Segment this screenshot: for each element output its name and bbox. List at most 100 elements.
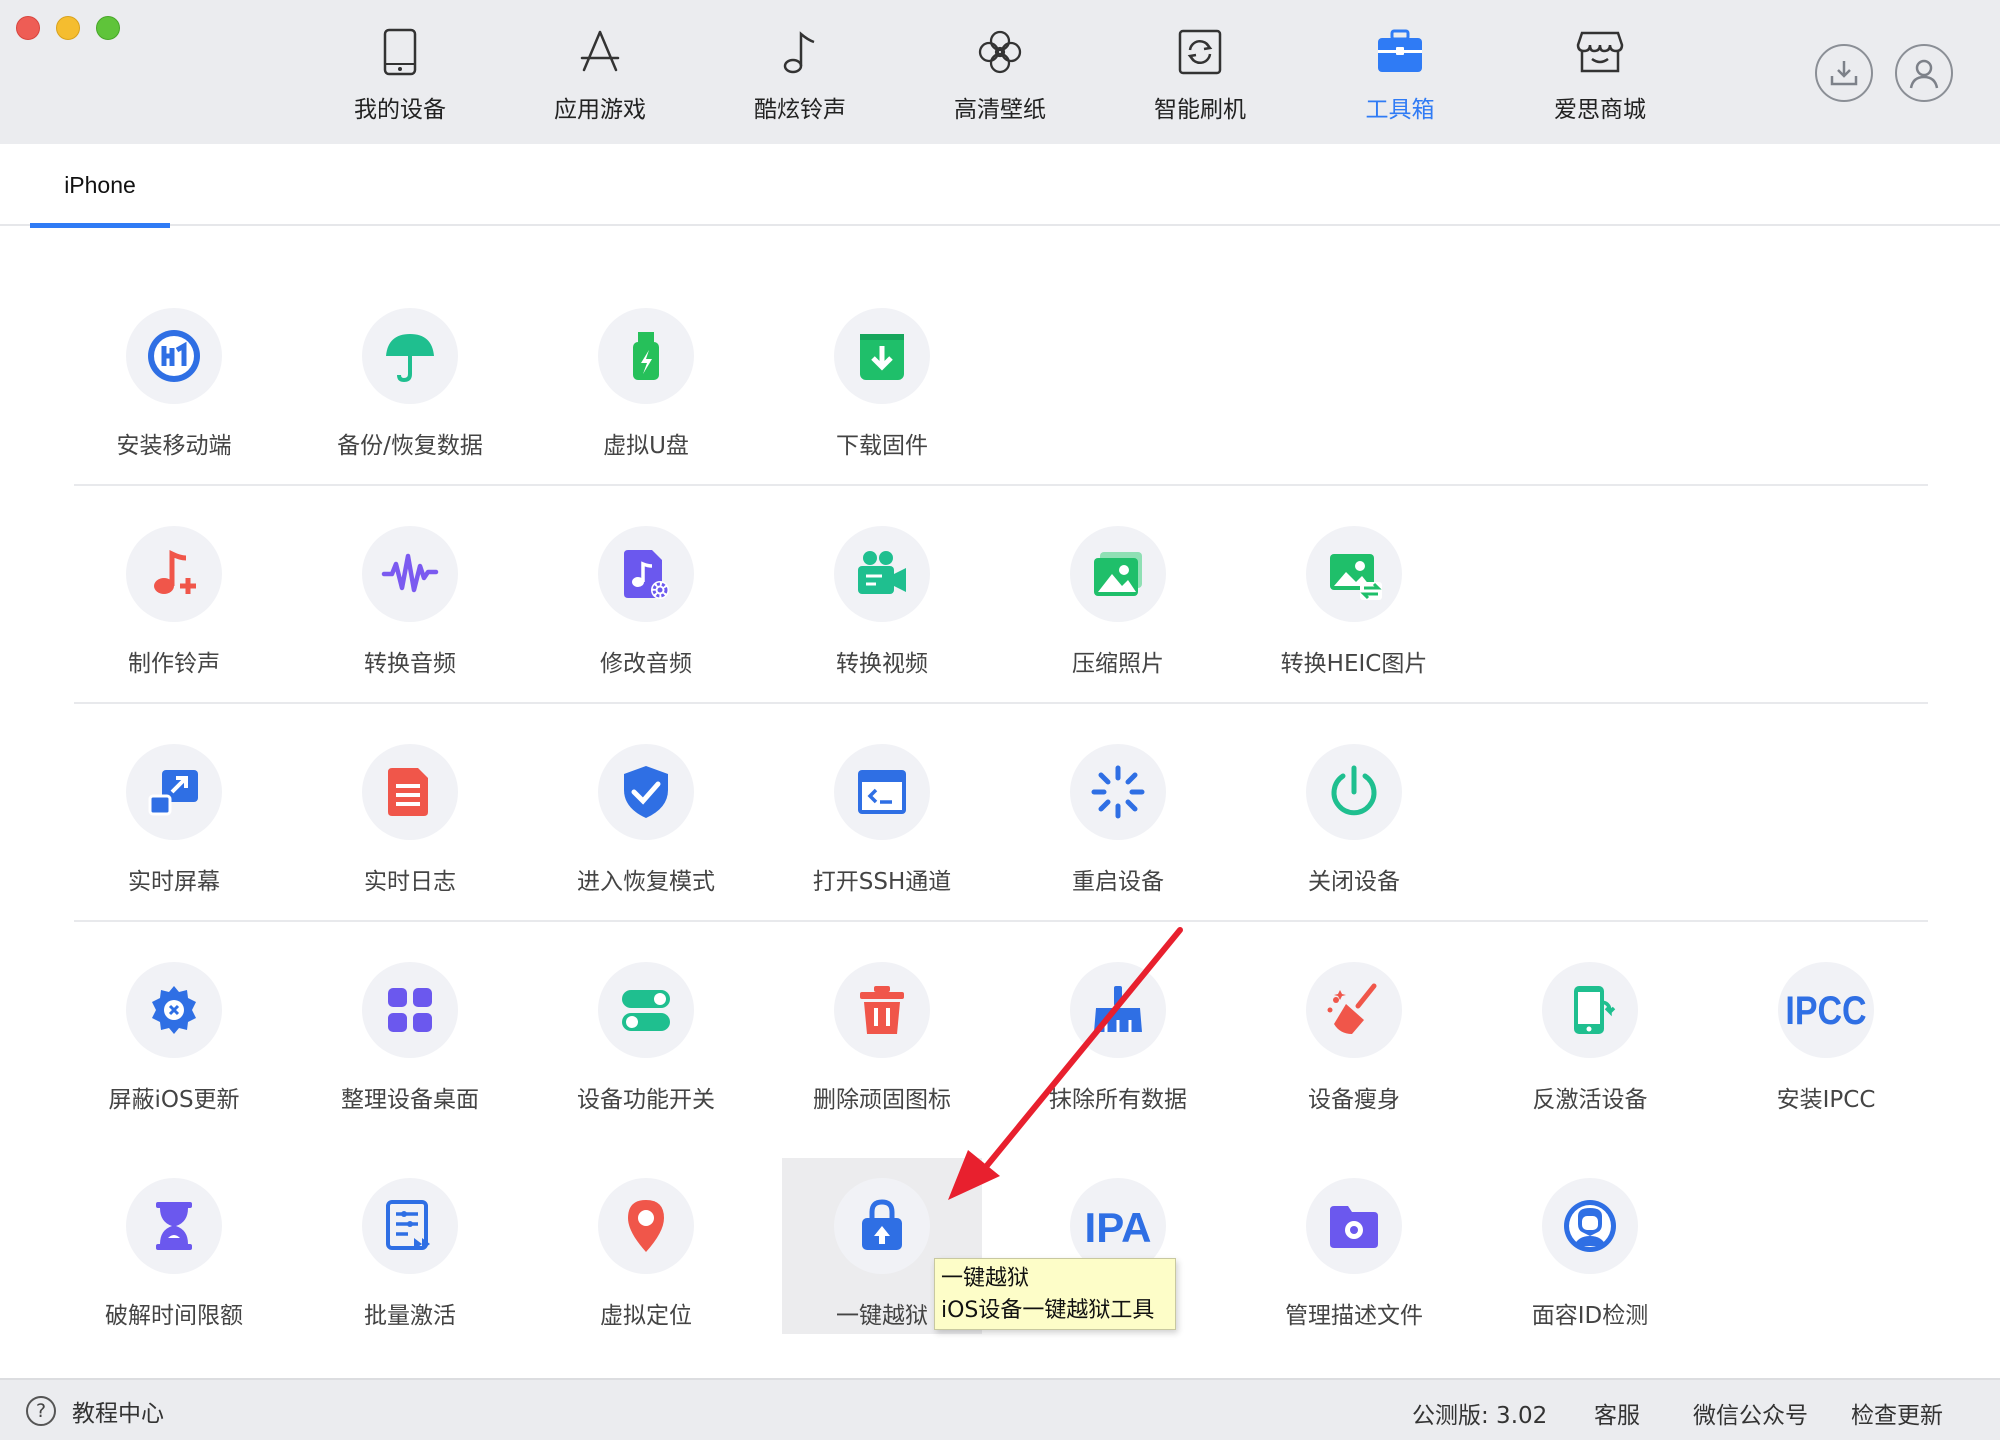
tool-label: 虚拟定位 — [600, 1303, 692, 1329]
tool-label: 抹除所有数据 — [1049, 1087, 1187, 1113]
window-zoom-button[interactable] — [96, 16, 120, 40]
tool-feature-switches[interactable]: 设备功能开关 — [546, 962, 746, 1122]
tool-batch-activate[interactable]: 批量激活 — [310, 1178, 510, 1338]
tutorial-center-link[interactable]: ? 教程中心 — [26, 1394, 164, 1428]
gear-block-icon — [126, 962, 222, 1058]
tool-organize-desktop[interactable]: 整理设备桌面 — [310, 962, 510, 1122]
power-icon — [1306, 744, 1402, 840]
tool-label: 屏蔽iOS更新 — [108, 1087, 240, 1113]
tool-label: 虚拟U盘 — [603, 433, 689, 459]
tab-iphone[interactable]: iPhone — [30, 144, 170, 228]
trash-icon — [834, 962, 930, 1058]
tool-compress-photo[interactable]: 压缩照片 — [1018, 526, 1218, 686]
window-minimize-button[interactable] — [56, 16, 80, 40]
tool-label: 安装移动端 — [116, 433, 232, 459]
hourglass-icon — [126, 1178, 222, 1274]
tool-label: 实时日志 — [364, 869, 456, 895]
nav-toolbox[interactable]: 工具箱 — [1310, 0, 1490, 144]
tool-erase-all-data[interactable]: 抹除所有数据 — [1018, 962, 1218, 1122]
phone-icon — [374, 26, 426, 78]
tool-virtual-usb[interactable]: 虚拟U盘 — [546, 308, 746, 468]
tool-label: 设备瘦身 — [1308, 1087, 1400, 1113]
toggle-switches-icon — [598, 962, 694, 1058]
nav-apps-games[interactable]: 应用游戏 — [510, 0, 690, 144]
check-update-link[interactable]: 检查更新 — [1851, 1396, 1943, 1430]
grid-apps-icon — [362, 962, 458, 1058]
tool-virtual-location[interactable]: 虚拟定位 — [546, 1178, 746, 1338]
tool-label: 面容ID检测 — [1531, 1303, 1649, 1329]
tool-live-screen[interactable]: 实时屏幕 — [74, 744, 274, 904]
deactivate-phone-icon — [1542, 962, 1638, 1058]
tool-manage-profiles[interactable]: 管理描述文件 — [1254, 1178, 1454, 1338]
wechat-official-account-link[interactable]: 微信公众号 — [1693, 1396, 1808, 1430]
tool-label: 反激活设备 — [1532, 1087, 1648, 1113]
tool-convert-audio[interactable]: 转换音频 — [310, 526, 510, 686]
live-screen-icon — [126, 744, 222, 840]
tool-shutdown-device[interactable]: 关闭设备 — [1254, 744, 1454, 904]
tool-label: 安装IPCC — [1776, 1087, 1876, 1113]
tool-restart-device[interactable]: 重启设备 — [1018, 744, 1218, 904]
tool-label: 转换音频 — [364, 651, 456, 677]
tool-crack-screen-time[interactable]: 破解时间限额 — [74, 1178, 274, 1338]
nav-label: 高清壁纸 — [954, 97, 1046, 123]
user-account-button[interactable] — [1895, 44, 1953, 102]
customer-service-link[interactable]: 客服 — [1594, 1396, 1640, 1430]
tool-label: 制作铃声 — [128, 651, 220, 677]
face-id-icon — [1542, 1178, 1638, 1274]
tool-label: 管理描述文件 — [1285, 1303, 1423, 1329]
svg-text:IPCC: IPCC — [1786, 987, 1866, 1032]
tool-label: 重启设备 — [1072, 869, 1164, 895]
flower-icon — [974, 26, 1026, 78]
tool-device-cleanup[interactable]: 设备瘦身 — [1254, 962, 1454, 1122]
help-icon: ? — [26, 1396, 56, 1426]
photo-compress-icon — [1070, 526, 1166, 622]
tool-install-ipcc[interactable]: IPCC 安装IPCC — [1726, 962, 1926, 1122]
row-divider — [74, 702, 1928, 704]
tool-download-firmware[interactable]: 下载固件 — [782, 308, 982, 468]
tooltip-title: 一键越狱 — [941, 1266, 1030, 1291]
video-camera-icon — [834, 526, 930, 622]
install-mobile-icon — [126, 308, 222, 404]
tool-live-log[interactable]: 实时日志 — [310, 744, 510, 904]
tool-label: 打开SSH通道 — [812, 869, 952, 895]
store-icon — [1574, 26, 1626, 78]
tool-label: 破解时间限额 — [105, 1303, 243, 1329]
window-close-button[interactable] — [16, 16, 40, 40]
tool-make-ringtone[interactable]: 制作铃声 — [74, 526, 274, 686]
row-divider — [74, 484, 1928, 486]
nav-label: 应用游戏 — [554, 97, 646, 123]
active-tab-indicator — [30, 223, 170, 228]
tool-convert-video[interactable]: 转换视频 — [782, 526, 982, 686]
tool-deactivate-device[interactable]: 反激活设备 — [1490, 962, 1690, 1122]
tool-backup-restore[interactable]: 备份/恢复数据 — [310, 308, 510, 468]
tool-install-mobile[interactable]: 安装移动端 — [74, 308, 274, 468]
nav-my-device[interactable]: 我的设备 — [310, 0, 490, 144]
audio-wave-icon — [362, 526, 458, 622]
nav-smart-flash[interactable]: 智能刷机 — [1110, 0, 1290, 144]
ipcc-text-icon: IPCC — [1778, 962, 1874, 1058]
tool-delete-stubborn-icons[interactable]: 删除顽固图标 — [782, 962, 982, 1122]
edit-audio-icon — [598, 526, 694, 622]
tool-label: 修改音频 — [600, 651, 692, 677]
tool-face-id-check[interactable]: 面容ID检测 — [1490, 1178, 1690, 1338]
nav-ringtones[interactable]: 酷炫铃声 — [710, 0, 890, 144]
download-manager-button[interactable] — [1815, 44, 1873, 102]
nav-store[interactable]: 爱思商城 — [1510, 0, 1690, 144]
download-icon — [1830, 61, 1858, 86]
tool-label: 下载固件 — [836, 433, 928, 459]
nav-wallpapers[interactable]: 高清壁纸 — [910, 0, 1090, 144]
tool-convert-heic[interactable]: 转换HEIC图片 — [1254, 526, 1454, 686]
tool-open-ssh[interactable]: 打开SSH通道 — [782, 744, 982, 904]
tool-block-ios-update[interactable]: 屏蔽iOS更新 — [74, 962, 274, 1122]
tab-label: iPhone — [64, 172, 136, 198]
tool-recovery-mode[interactable]: 进入恢复模式 — [546, 744, 746, 904]
app-store-icon — [574, 26, 626, 78]
version-label: 公测版: 3.02 — [1412, 1403, 1548, 1429]
svg-text:IPA: IPA — [1085, 1204, 1152, 1251]
tool-edit-audio[interactable]: 修改音频 — [546, 526, 746, 686]
jailbreak-tooltip: 一键越狱 iOS设备一键越狱工具 — [934, 1258, 1176, 1330]
tool-label: 设备功能开关 — [577, 1087, 715, 1113]
user-icon — [1909, 59, 1939, 89]
tool-label: 批量激活 — [364, 1303, 456, 1329]
tool-label: 删除顽固图标 — [813, 1087, 951, 1113]
